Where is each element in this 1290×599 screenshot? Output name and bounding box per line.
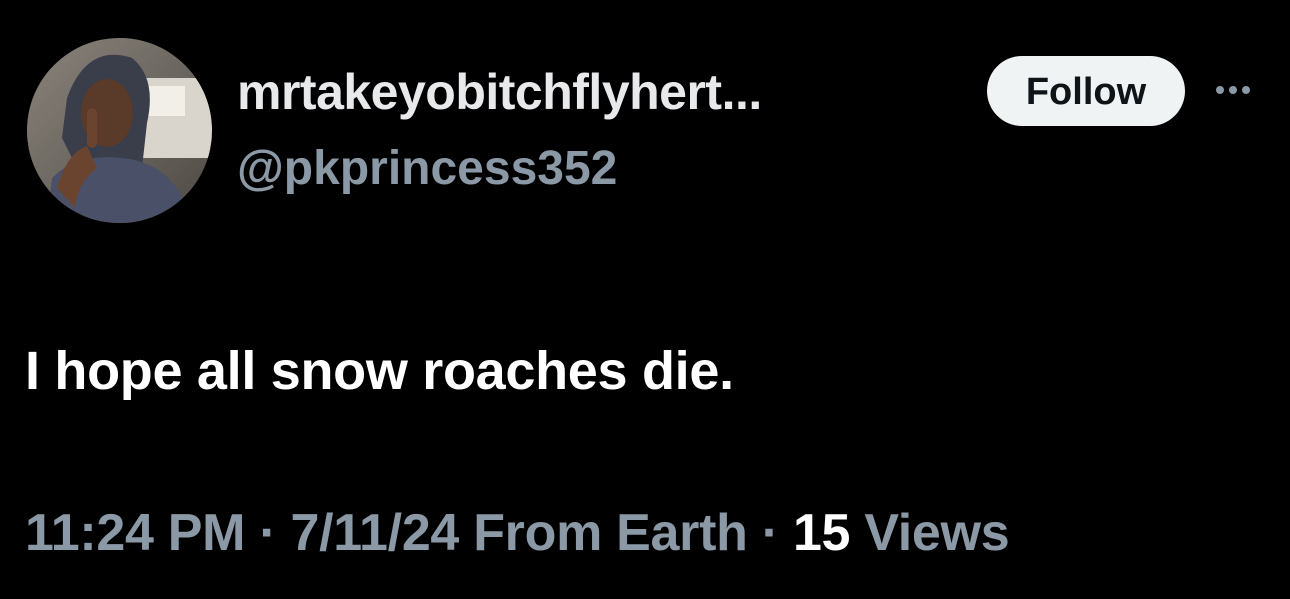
tweet-date[interactable]: 7/11/24 [291, 504, 460, 562]
user-handle[interactable]: @pkprincess352 [237, 140, 617, 198]
tweet-source: From Earth [473, 504, 748, 562]
profile-photo-icon [27, 38, 212, 223]
tweet-card: mrtakeyobitchflyhert... @pkprincess352 F… [0, 0, 1290, 599]
tweet-text: I hope all snow roaches die. [25, 341, 734, 401]
avatar[interactable] [27, 38, 212, 223]
follow-button[interactable]: Follow [987, 56, 1185, 126]
views-count[interactable]: 15 [793, 504, 851, 562]
more-horizontal-icon[interactable] [1208, 80, 1258, 100]
display-name[interactable]: mrtakeyobitchflyhert... [237, 62, 762, 122]
meta-separator: · [761, 504, 779, 562]
meta-separator: · [259, 504, 277, 562]
tweet-meta: 11:24 PM · 7/11/24 From Earth · 15 Views [25, 500, 1010, 566]
tweet-time[interactable]: 11:24 PM [25, 504, 245, 562]
views-label[interactable]: Views [864, 504, 1009, 562]
